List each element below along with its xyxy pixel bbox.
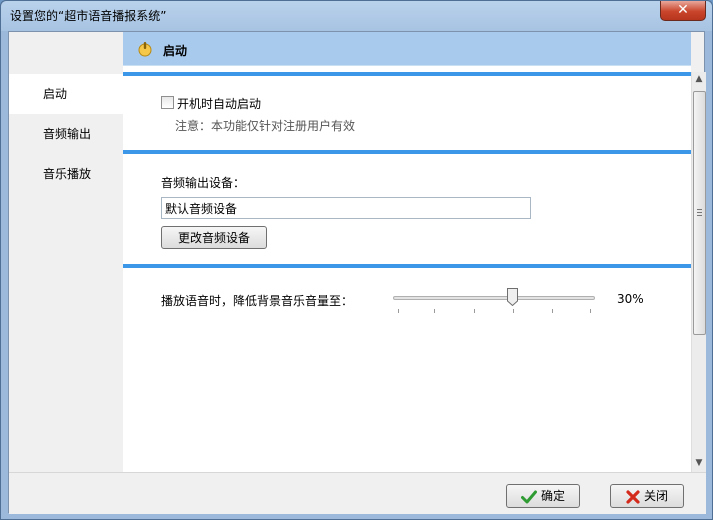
volume-slider-track[interactable] (393, 296, 595, 300)
client-area: 启动 音频输出 音乐播放 启动 开机时自动启动 注意：本功能仅针对注册用户有效 … (8, 31, 706, 514)
section-divider (123, 264, 691, 268)
autostart-label[interactable]: 开机时自动启动 (177, 95, 261, 112)
autostart-checkbox[interactable] (161, 96, 174, 109)
volume-slider-thumb[interactable] (507, 288, 518, 306)
audio-device-label: 音频输出设备： (161, 176, 246, 190)
slider-tick (590, 309, 591, 313)
scroll-down-arrow[interactable]: ▼ (694, 458, 704, 468)
settings-content: 启动 开机时自动启动 注意：本功能仅针对注册用户有效 音频输出设备： 更改音频设… (123, 32, 691, 472)
nav-item-audio-output[interactable]: 音频输出 (9, 114, 123, 154)
slider-tick (398, 309, 399, 313)
window-title: 设置您的“超市语音播报系统” (10, 9, 167, 23)
volume-value: 30% (617, 292, 644, 306)
close-button-label: 关闭 (643, 489, 668, 503)
nav-item-music-playback[interactable]: 音乐播放 (9, 154, 123, 194)
title-bar[interactable]: 设置您的“超市语音播报系统” ✕ (1, 1, 712, 31)
section-divider (123, 150, 691, 154)
power-icon (138, 42, 152, 57)
grip-line (697, 209, 702, 210)
section-divider (123, 72, 691, 76)
red-x-icon (626, 489, 640, 504)
grip-line (697, 215, 702, 216)
ok-button-label: 确定 (540, 489, 565, 503)
audio-device-field[interactable] (161, 197, 531, 219)
section-title: 启动 (163, 44, 188, 58)
checkmark-icon (520, 490, 537, 503)
ok-button[interactable]: 确定 (506, 484, 580, 508)
slider-tick (474, 309, 475, 313)
scrollbar-thumb[interactable] (693, 91, 706, 335)
nav-item-startup[interactable]: 启动 (9, 74, 123, 114)
change-audio-device-button[interactable]: 更改音频设备 (161, 226, 267, 249)
window-close-button[interactable]: ✕ (660, 1, 706, 21)
slider-tick (552, 309, 553, 313)
music-duck-label: 播放语音时，降低背景音乐音量至： (161, 294, 354, 308)
registered-users-note: 注意：本功能仅针对注册用户有效 (175, 119, 356, 133)
settings-nav: 启动 音频输出 音乐播放 (9, 32, 123, 472)
grip-line (697, 212, 702, 213)
close-button[interactable]: 关闭 (610, 484, 684, 508)
section-header: 启动 (123, 32, 691, 66)
content-scrollbar[interactable]: ▲ ▼ (691, 72, 706, 472)
slider-tick (434, 309, 435, 313)
dialog-footer: 确定 关闭 (9, 472, 706, 514)
slider-tick (513, 309, 514, 313)
settings-window: 设置您的“超市语音播报系统” ✕ 启动 音频输出 音乐播放 启动 开机时自动启动… (0, 0, 713, 520)
scroll-up-arrow[interactable]: ▲ (694, 74, 704, 84)
